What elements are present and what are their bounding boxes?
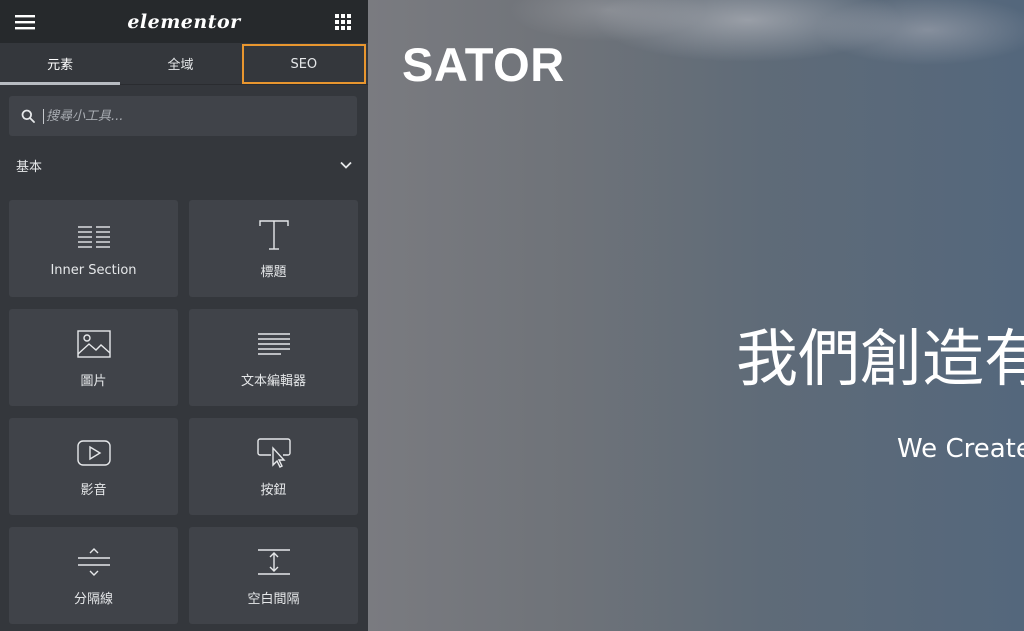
widget-label: 分隔線	[73, 592, 113, 607]
tab-global[interactable]: 全域	[120, 43, 240, 84]
widget-label: 標題	[260, 265, 287, 280]
search-input[interactable]	[43, 108, 343, 124]
category-basic[interactable]: 基本	[0, 146, 368, 184]
category-label: 基本	[16, 159, 43, 175]
hamburger-icon[interactable]	[12, 9, 38, 35]
hero-subtitle: We Create	[897, 434, 1024, 464]
widget-spacer[interactable]: 空白間隔	[189, 527, 358, 624]
spacer-icon	[257, 544, 291, 580]
widget-label: 空白間隔	[247, 592, 300, 607]
widget-label: Inner Section	[50, 263, 137, 278]
widget-image[interactable]: 圖片	[9, 309, 178, 406]
widget-button[interactable]: 按鈕	[189, 418, 358, 515]
widget-label: 影音	[80, 483, 107, 498]
widget-label: 文本編輯器	[240, 374, 306, 389]
widget-grid: Inner Section 標題 圖片 文本編輯器 影音 按鈕 分隔線 空白間隔	[9, 200, 358, 624]
search-icon	[21, 109, 35, 123]
widget-heading[interactable]: 標題	[189, 200, 358, 297]
tab-seo[interactable]: SEO	[241, 44, 366, 84]
widget-label: 按鈕	[260, 483, 287, 498]
panel-tabs: 元素 全域 SEO	[0, 43, 368, 85]
grid-icon[interactable]	[330, 9, 356, 35]
text-editor-icon	[257, 326, 291, 362]
widget-text-editor[interactable]: 文本編輯器	[189, 309, 358, 406]
image-icon	[76, 326, 111, 362]
elementor-logo: elementor	[127, 10, 241, 33]
hero-title: 我們創造有	[736, 322, 1024, 395]
button-icon	[256, 435, 291, 471]
tab-elements[interactable]: 元素	[0, 43, 121, 85]
video-icon	[76, 435, 111, 471]
columns-icon	[77, 219, 111, 255]
panel-header: elementor	[0, 0, 368, 43]
divider-icon	[77, 544, 111, 580]
elementor-panel: elementor 元素 全域 SEO 基本	[0, 0, 368, 631]
widget-label: 圖片	[80, 374, 107, 389]
preview-canvas[interactable]: SATOR 我們創造有 We Create	[368, 0, 1024, 631]
widget-search	[9, 96, 357, 136]
site-brand[interactable]: SATOR	[402, 37, 565, 92]
widget-video[interactable]: 影音	[9, 418, 178, 515]
chevron-down-icon	[340, 161, 352, 169]
widget-divider[interactable]: 分隔線	[9, 527, 178, 624]
widget-inner-section[interactable]: Inner Section	[9, 200, 178, 297]
heading-icon	[258, 217, 290, 253]
